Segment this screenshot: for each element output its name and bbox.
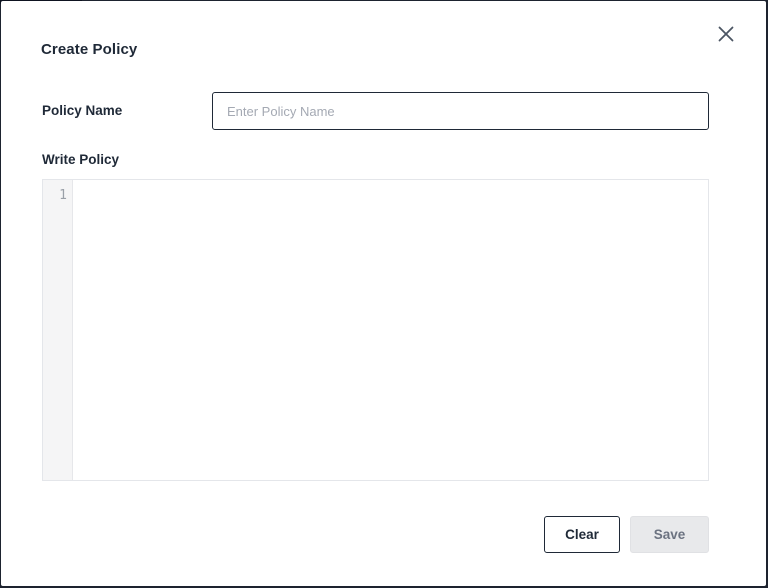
line-number-gutter: 1 — [43, 180, 73, 480]
dialog-title: Create Policy — [41, 41, 138, 58]
clear-button[interactable]: Clear — [544, 516, 620, 553]
policy-name-input[interactable] — [212, 92, 709, 130]
policy-code-editor[interactable]: 1 — [42, 179, 709, 481]
save-button[interactable]: Save — [630, 516, 709, 553]
close-icon — [718, 26, 734, 42]
create-policy-dialog: Create Policy Policy Name Write Policy 1… — [1, 1, 766, 586]
write-policy-label: Write Policy — [42, 152, 120, 167]
close-button[interactable] — [715, 23, 737, 45]
policy-name-label: Policy Name — [42, 103, 123, 118]
code-input-area[interactable] — [73, 180, 708, 480]
line-number: 1 — [59, 188, 67, 203]
